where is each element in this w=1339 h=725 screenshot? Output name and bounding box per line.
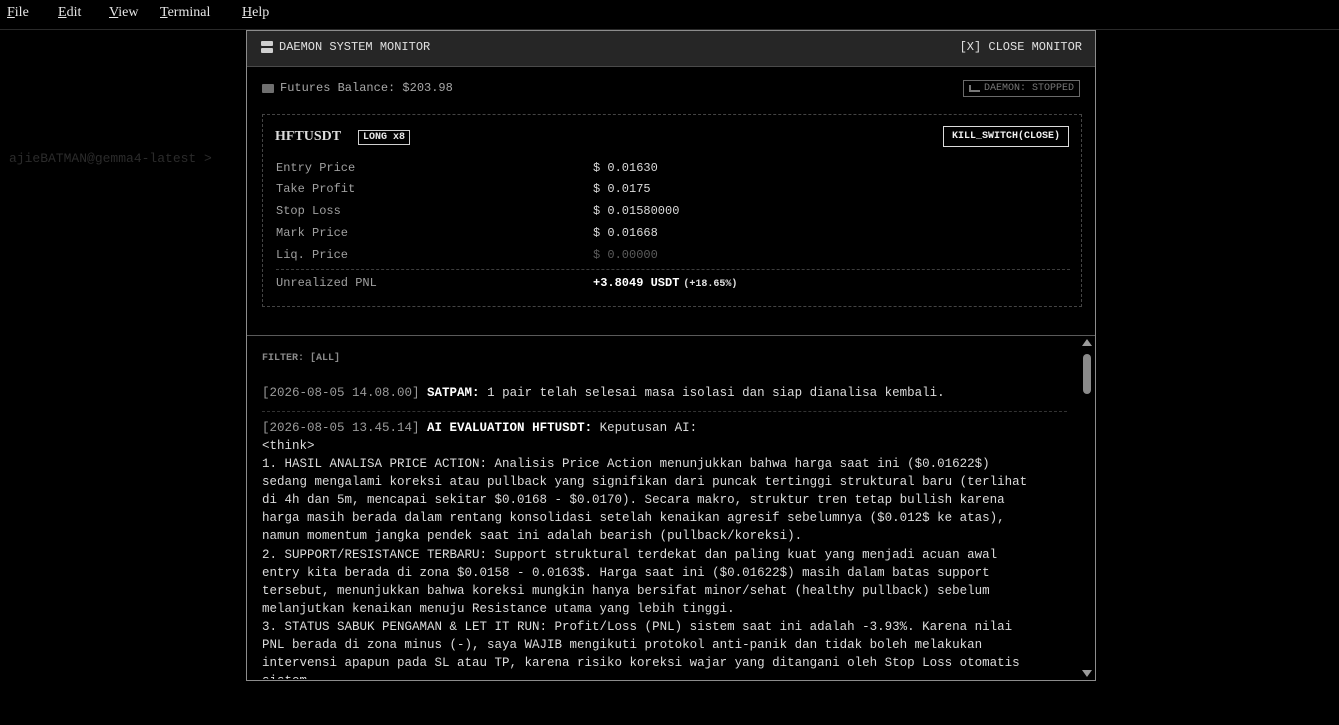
position-card: HFTUSDT LONG x8 KILL_SWITCH(CLOSE) Entry… xyxy=(262,114,1082,307)
modal-title: DAEMON SYSTEM MONITOR xyxy=(261,40,430,54)
liq-price-label: Liq. Price xyxy=(276,248,349,262)
daemon-status-badge: DAEMON: STOPPED xyxy=(962,80,1080,97)
bed-icon xyxy=(968,85,980,92)
futures-balance: Futures Balance: $203.98 xyxy=(262,81,453,95)
wallet-icon xyxy=(262,83,274,93)
daemon-status-text: DAEMON: STOPPED xyxy=(983,83,1074,94)
terminal-prompt: ajieBATMAN@gemma4-latest > xyxy=(9,151,212,166)
menu-file[interactable]: File xyxy=(7,5,29,21)
stop-loss-label: Stop Loss xyxy=(276,204,341,218)
unrealized-pnl: +3.8049 USDT (+18.65%) xyxy=(593,276,737,290)
menu-bar: File Edit View Terminal Help xyxy=(0,0,1339,30)
log-divider xyxy=(262,411,1067,412)
take-profit-value: $ 0.0175 xyxy=(593,182,651,196)
liq-price-value: $ 0.00000 xyxy=(593,248,658,262)
entry-price-label: Entry Price xyxy=(276,161,356,175)
server-icon xyxy=(261,41,273,53)
menu-help[interactable]: Help xyxy=(242,5,269,21)
kill-switch-button[interactable]: KILL_SWITCH(CLOSE) xyxy=(942,126,1069,147)
log-scrollbar[interactable] xyxy=(1081,337,1093,679)
modal-header: DAEMON SYSTEM MONITOR [X] CLOSE MONITOR xyxy=(247,31,1095,67)
divider xyxy=(276,269,1070,270)
scroll-up-arrow-icon[interactable] xyxy=(1082,339,1092,346)
mark-price-value: $ 0.01668 xyxy=(593,226,658,240)
pnl-value: +3.8049 USDT xyxy=(593,276,680,290)
log-message: Keputusan AI: xyxy=(599,421,698,435)
take-profit-label: Take Profit xyxy=(276,182,356,196)
log-timestamp: [2026-08-05 14.08.00] xyxy=(262,386,420,400)
log-tag: AI EVALUATION HFTUSDT: xyxy=(427,421,593,435)
log-tag: SATPAM: xyxy=(427,386,480,400)
entry-price-value: $ 0.01630 xyxy=(593,161,658,175)
log-message: 1 pair telah selesai masa isolasi dan si… xyxy=(487,386,945,400)
scroll-down-arrow-icon[interactable] xyxy=(1082,670,1092,677)
unrealized-pnl-label: Unrealized PNL xyxy=(276,276,377,290)
log-body: <think> 1. HASIL ANALISA PRICE ACTION: A… xyxy=(262,439,1028,679)
position-side-badge: LONG x8 xyxy=(358,130,411,145)
log-filter[interactable]: FILTER: [ALL] xyxy=(262,353,340,364)
log-entry: [2026-08-05 13.45.14] AI EVALUATION HFTU… xyxy=(262,419,1067,679)
pnl-percent: (+18.65%) xyxy=(683,279,738,290)
mark-price-label: Mark Price xyxy=(276,226,349,240)
log-timestamp: [2026-08-05 13.45.14] xyxy=(262,421,420,435)
close-monitor-button[interactable]: [X] CLOSE MONITOR xyxy=(960,40,1082,54)
activity-log[interactable]: FILTER: [ALL] [2026-08-05 14.08.00] SATP… xyxy=(262,341,1072,679)
log-entry: [2026-08-05 14.08.00] SATPAM: 1 pair tel… xyxy=(262,384,1067,402)
position-symbol: HFTUSDT xyxy=(275,129,342,144)
menu-terminal[interactable]: Terminal xyxy=(160,5,210,21)
modal-title-text: DAEMON SYSTEM MONITOR xyxy=(279,40,431,54)
scrollbar-thumb[interactable] xyxy=(1083,354,1091,394)
daemon-monitor-modal: DAEMON SYSTEM MONITOR [X] CLOSE MONITOR … xyxy=(246,30,1096,681)
menu-edit[interactable]: Edit xyxy=(58,5,81,21)
menu-view[interactable]: View xyxy=(109,5,139,21)
stop-loss-value: $ 0.01580000 xyxy=(593,204,680,218)
futures-balance-text: Futures Balance: $203.98 xyxy=(280,81,453,95)
section-divider xyxy=(247,335,1095,336)
